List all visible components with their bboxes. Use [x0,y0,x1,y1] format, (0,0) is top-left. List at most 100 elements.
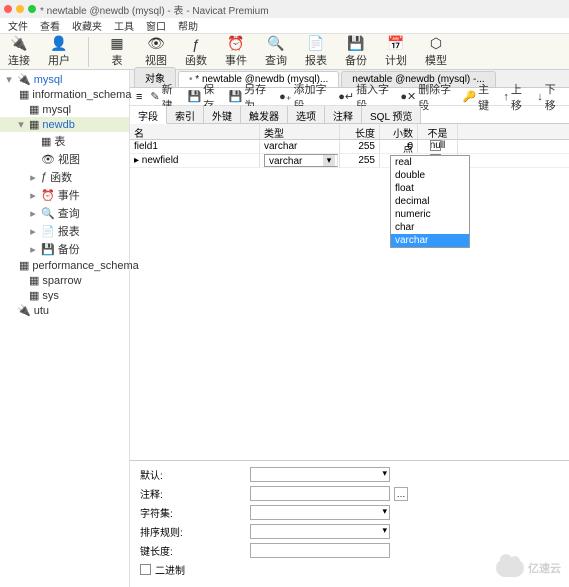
toolbar-表[interactable]: ▦表 [107,36,127,68]
col-notnull[interactable]: 不是 null [418,124,458,139]
tree-sparrow[interactable]: ▦sparrow [0,273,129,288]
toolbar-连接[interactable]: 🔌连接 [8,36,30,68]
option-double[interactable]: double [391,169,469,182]
视图-icon: 👁 [146,36,166,52]
toolbar-模型[interactable]: ⬡模型 [425,36,447,68]
option-decimal[interactable]: decimal [391,195,469,208]
tree-备份[interactable]: ▸💾备份 [0,240,129,258]
subtab-5[interactable]: 注释 [325,106,362,123]
备份-icon: 💾 [346,36,366,52]
tree-newdb[interactable]: ▾▦newdb [0,117,129,132]
tree-mysql[interactable]: ▦mysql [0,102,129,117]
tree-查询[interactable]: ▸🔍查询 [0,204,129,222]
notnull-checkbox[interactable] [430,140,441,151]
node-icon: 💾 [41,243,55,256]
tree-information_schema[interactable]: ▦information_schema [0,87,129,102]
fields-grid[interactable]: 名 类型 长度 小数点 不是 null field1varchar2550▸ n… [130,124,569,460]
expand-icon[interactable]: ▾ [16,118,26,131]
label-collation: 排序规则: [140,524,250,539]
toolbar-函数[interactable]: ƒ函数 [185,36,207,68]
expand-icon[interactable]: ▸ [28,225,38,238]
subtab-2[interactable]: 外键 [204,106,241,123]
subtab-1[interactable]: 索引 [167,106,204,123]
模型-icon: ⬡ [426,36,446,52]
tree-事件[interactable]: ▸⏰事件 [0,186,129,204]
函数-icon: ƒ [186,36,206,52]
col-decimals[interactable]: 小数点 [380,124,418,139]
menu-help[interactable]: 帮助 [178,18,198,33]
expand-icon[interactable]: ▸ [28,243,38,256]
option-varchar[interactable]: varchar [391,234,469,247]
collation-field[interactable] [250,524,390,539]
menu-fav[interactable]: 收藏夹 [72,18,102,33]
toolbar-事件[interactable]: ⏰事件 [225,36,247,68]
win-max-icon[interactable] [28,5,36,13]
window-title: * newtable @newdb (mysql) - 表 - Navicat … [40,2,269,17]
expand-icon[interactable]: ▸ [28,171,38,184]
menu-view[interactable]: 查看 [40,18,60,33]
col-name[interactable]: 名 [130,124,260,139]
toolbar-报表[interactable]: 📄报表 [305,36,327,68]
keylen-field[interactable] [250,543,390,558]
type-dropdown[interactable]: realdoublefloatdecimalnumericcharvarchar [390,155,470,248]
option-char[interactable]: char [391,221,469,234]
subtab-4[interactable]: 选项 [288,106,325,123]
win-close-icon[interactable] [4,5,12,13]
expand-icon[interactable]: ▸ [28,207,38,220]
option-float[interactable]: float [391,182,469,195]
menu-tools[interactable]: 工具 [114,18,134,33]
subtab-3[interactable]: 触发器 [241,106,288,123]
node-icon: 🔌 [17,304,31,317]
menu-file[interactable]: 文件 [8,18,28,33]
node-icon: 📄 [41,225,55,238]
comment-expand-button[interactable]: … [394,487,408,501]
计划-icon: 📅 [386,36,406,52]
node-icon: ▦ [29,289,39,302]
type-combo[interactable]: varchar [264,154,338,167]
node-icon: ▦ [29,274,39,287]
default-field[interactable] [250,467,390,482]
toolbar-视图[interactable]: 👁视图 [145,36,167,68]
tree-performance_schema[interactable]: ▦performance_schema [0,258,129,273]
toolbar-备份[interactable]: 💾备份 [345,36,367,68]
title-bar: * newtable @newdb (mysql) - 表 - Navicat … [0,0,569,18]
menu-bar: 文件 查看 收藏夹 工具 窗口 帮助 [0,18,569,34]
subtab-6[interactable]: SQL 预览 [362,106,421,123]
label-keylen: 键长度: [140,543,250,558]
toolbar-用户[interactable]: 👤用户 [48,36,70,68]
hamburger-icon[interactable]: ≡ [136,91,142,103]
tree-视图[interactable]: 👁视图 [0,150,129,168]
option-numeric[interactable]: numeric [391,208,469,221]
事件-icon: ⏰ [226,36,246,52]
table-row[interactable]: field1varchar2550 [130,140,569,154]
label-charset: 字符集: [140,505,250,520]
报表-icon: 📄 [306,36,326,52]
menu-window[interactable]: 窗口 [146,18,166,33]
查询-icon: 🔍 [266,36,286,52]
toolbar-计划[interactable]: 📅计划 [385,36,407,68]
node-icon: ƒ [41,171,47,183]
toolbar-查询[interactable]: 🔍查询 [265,36,287,68]
table-row[interactable]: ▸ newfieldvarchar255 [130,154,569,168]
cloud-icon [496,559,524,577]
subtab-0[interactable]: 字段 [130,106,167,124]
tree-mysql[interactable]: ▾🔌mysql [0,72,129,87]
tree-utu[interactable]: 🔌utu [0,303,129,318]
tree-sys[interactable]: ▦sys [0,288,129,303]
table-actions: ≡ ✎ 新建 💾 保存 💾 另存为 ●₊ 添加字段 ●↵ 插入字段 ●✕ 删除字… [130,88,569,106]
win-min-icon[interactable] [16,5,24,13]
col-length[interactable]: 长度 [340,124,380,139]
tree-表[interactable]: ▦表 [0,132,129,150]
node-icon: ▦ [29,103,39,116]
tree-函数[interactable]: ▸ƒ函数 [0,168,129,186]
expand-icon[interactable]: ▾ [4,73,14,86]
charset-field[interactable] [250,505,390,520]
col-type[interactable]: 类型 [260,124,340,139]
tree-报表[interactable]: ▸📄报表 [0,222,129,240]
option-real[interactable]: real [391,156,469,169]
node-icon: ▦ [41,135,51,148]
comment-field[interactable] [250,486,390,501]
binary-checkbox[interactable] [140,564,151,575]
connection-tree[interactable]: ▾🔌mysql▦information_schema▦mysql▾▦newdb▦… [0,70,130,587]
expand-icon[interactable]: ▸ [28,189,38,202]
